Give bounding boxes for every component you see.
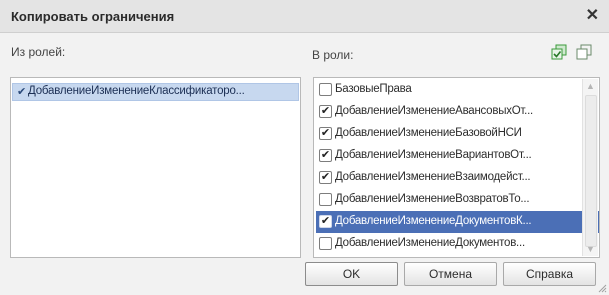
checkbox[interactable]: ✔ xyxy=(319,127,332,140)
list-item-label: ДобавлениеИзменениеАвансовыхОт... xyxy=(335,105,533,117)
list-item[interactable]: ✔ ДобавлениеИзменениеАвансовыхОт... xyxy=(316,101,599,123)
ok-button[interactable]: OK xyxy=(305,262,398,286)
scroll-down-icon[interactable]: ▼ xyxy=(586,244,595,254)
list-item[interactable]: ДобавлениеИзменениеДокументов... xyxy=(316,233,599,255)
resize-grip-icon[interactable] xyxy=(597,283,607,293)
title-bar: Копировать ограничения ✕ xyxy=(0,0,609,33)
list-item-label: ДобавлениеИзменениеВозвратовТо... xyxy=(335,193,530,205)
scrollbar-thumb[interactable] xyxy=(585,95,597,247)
from-roles-label: Из ролей: xyxy=(11,45,66,59)
list-item-label: ДобавлениеИзменениеДокументовК... xyxy=(335,215,532,227)
list-item[interactable]: ✔ ДобавлениеИзменениеКлассификаторо... xyxy=(12,83,299,101)
vertical-scrollbar[interactable]: ▲ ▼ xyxy=(582,79,598,256)
window-title: Копировать ограничения xyxy=(11,9,175,24)
scroll-up-icon[interactable]: ▲ xyxy=(586,81,595,91)
list-item-label: БазовыеПрава xyxy=(335,83,412,95)
list-item[interactable]: БазовыеПрава xyxy=(316,79,599,101)
list-item[interactable]: ✔ ДобавлениеИзменениеВариантовОт... xyxy=(316,145,599,167)
uncheck-all-icon[interactable] xyxy=(575,43,593,61)
checkbox[interactable] xyxy=(319,237,332,250)
list-item-label: ДобавлениеИзменениеВариантовОт... xyxy=(335,149,532,161)
checkbox[interactable]: ✔ xyxy=(319,105,332,118)
list-item[interactable]: ✔ ДобавлениеИзменениеВзаимодейст... xyxy=(316,167,599,189)
checkbox[interactable]: ✔ xyxy=(319,171,332,184)
from-roles-list[interactable]: ✔ ДобавлениеИзменениеКлассификаторо... xyxy=(10,77,301,258)
checkbox[interactable] xyxy=(319,193,332,206)
checkbox[interactable] xyxy=(319,83,332,96)
checkbox[interactable]: ✔ xyxy=(319,149,332,162)
list-item-label: ДобавлениеИзменениеБазовойНСИ xyxy=(335,127,522,139)
list-item-selected[interactable]: ✔ ДобавлениеИзменениеДокументовК... xyxy=(316,211,599,233)
check-all-icon[interactable] xyxy=(550,43,568,61)
list-item[interactable]: ✔ ДобавлениеИзменениеБазовойНСИ xyxy=(316,123,599,145)
list-item-label: ДобавлениеИзменениеДокументов... xyxy=(335,237,525,249)
to-roles-list[interactable]: БазовыеПрава ✔ ДобавлениеИзменениеАвансо… xyxy=(313,77,600,258)
list-item-label: ДобавлениеИзменениеКлассификаторо... xyxy=(28,85,245,97)
checkbox[interactable]: ✔ xyxy=(319,215,332,228)
close-icon[interactable]: ✕ xyxy=(586,7,599,25)
list-item[interactable]: ДобавлениеИзменениеВозвратовТо... xyxy=(316,189,599,211)
checkmark-icon: ✔ xyxy=(17,86,27,98)
help-button[interactable]: Справка xyxy=(503,262,596,286)
cancel-button[interactable]: Отмена xyxy=(404,262,497,286)
to-roles-label: В роли: xyxy=(312,48,354,62)
list-item-label: ДобавлениеИзменениеВзаимодейст... xyxy=(335,171,531,183)
